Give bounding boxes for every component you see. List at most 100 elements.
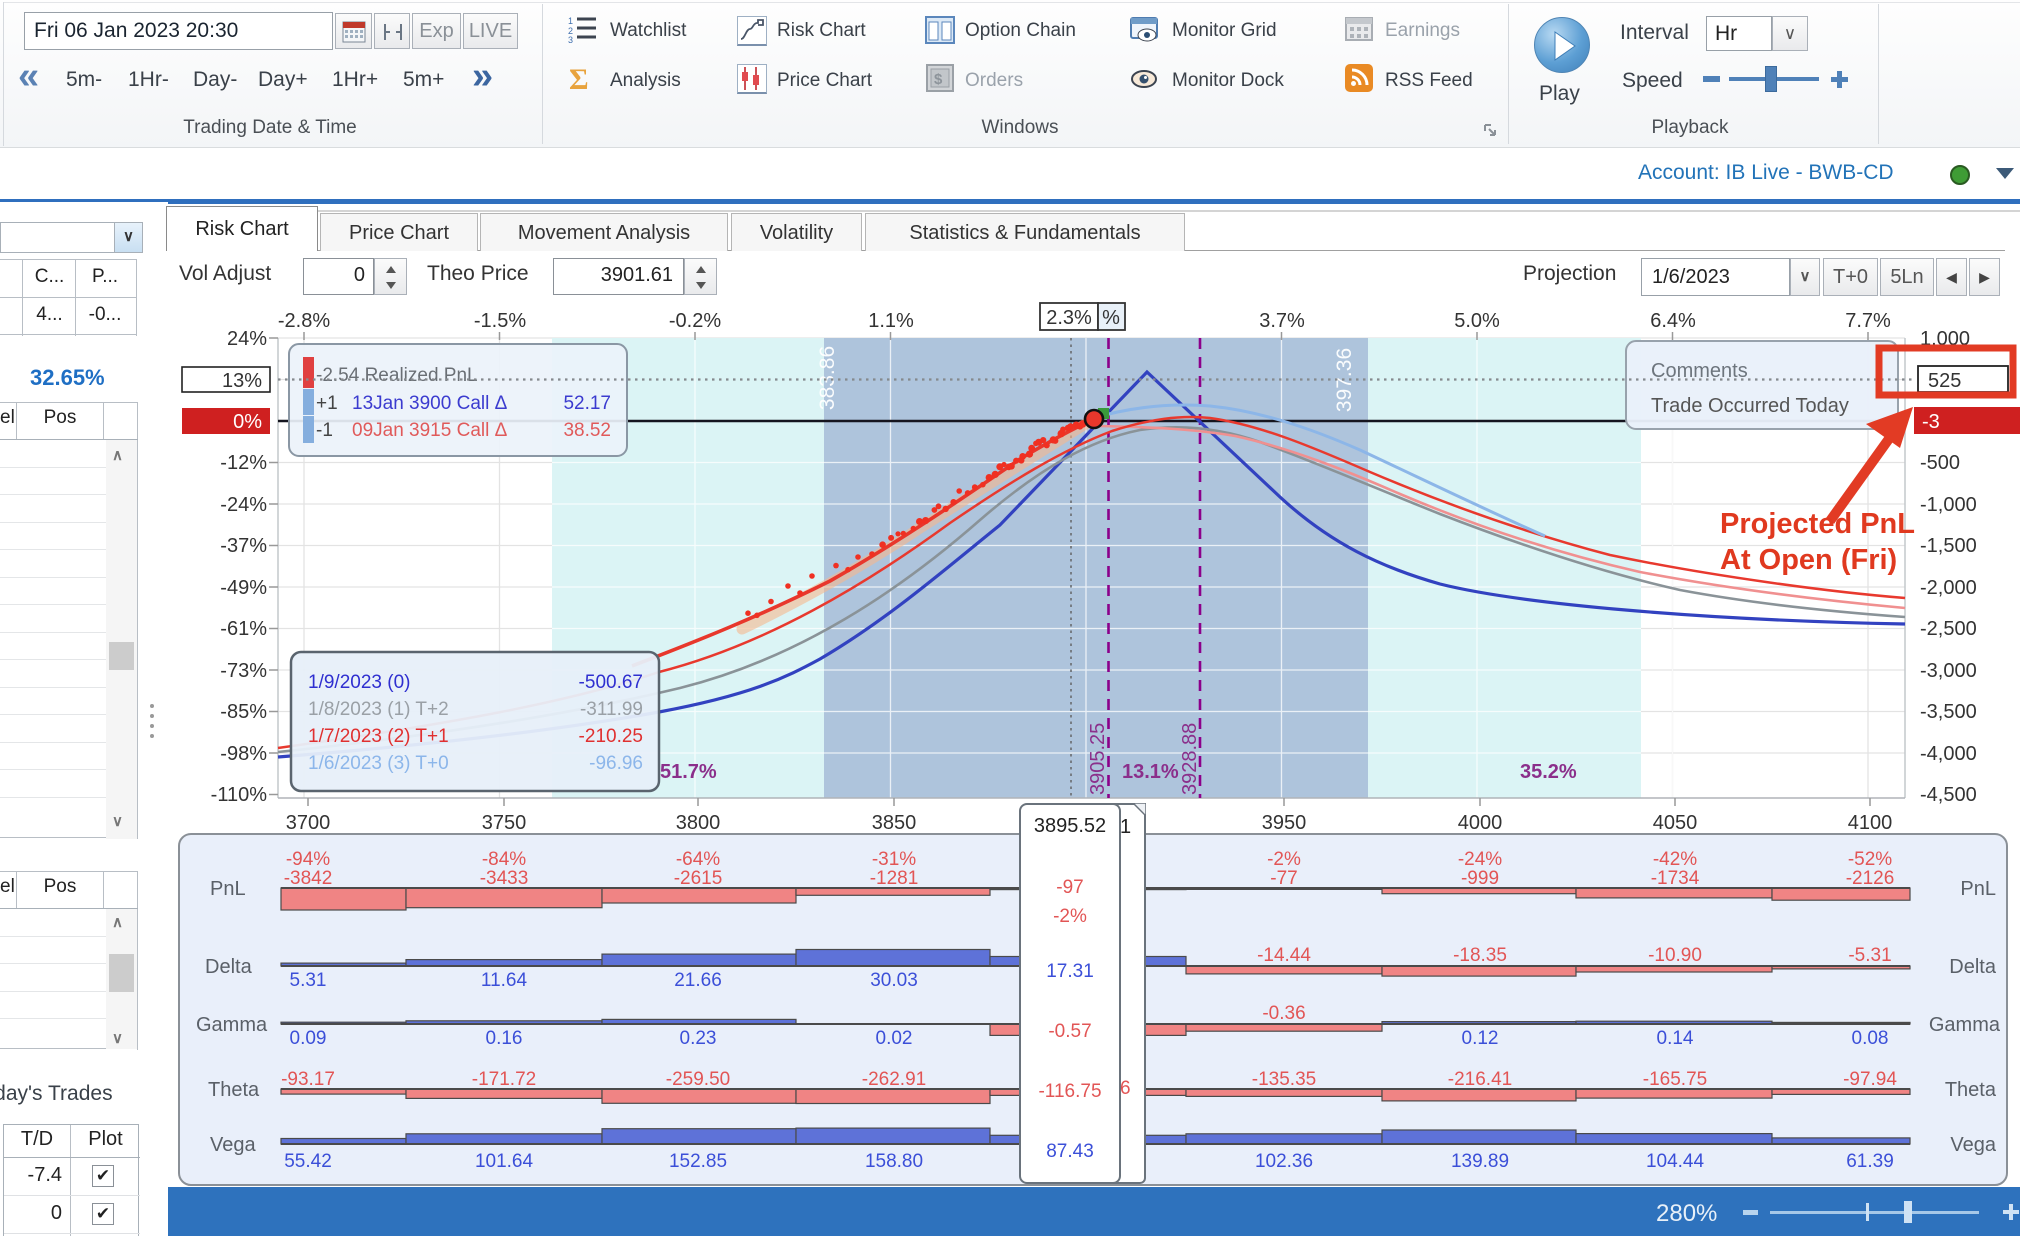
svg-text:-2.8%: -2.8% bbox=[278, 310, 330, 332]
svg-text:1: 1 bbox=[568, 16, 573, 26]
svg-text:Delta: Delta bbox=[205, 956, 253, 978]
svg-text:3.7%: 3.7% bbox=[1259, 310, 1305, 332]
svg-text:-1: -1 bbox=[316, 420, 333, 441]
svg-text:0.23: 0.23 bbox=[680, 1028, 717, 1049]
svg-text:Theta: Theta bbox=[1945, 1079, 1997, 1101]
svg-text:3750: 3750 bbox=[482, 812, 527, 832]
svg-text:1/6/2023 (3) T+0: 1/6/2023 (3) T+0 bbox=[308, 753, 449, 774]
svg-text:-171.72: -171.72 bbox=[472, 1069, 536, 1090]
svg-text:55.42: 55.42 bbox=[284, 1151, 332, 1172]
svg-text:-2,500: -2,500 bbox=[1920, 618, 1977, 640]
svg-text:Vega: Vega bbox=[1950, 1134, 1996, 1156]
svg-text:-31%: -31% bbox=[872, 849, 916, 870]
svg-text:$: $ bbox=[934, 71, 943, 88]
svg-text:-84%: -84% bbox=[482, 849, 526, 870]
svg-text:-1734: -1734 bbox=[1651, 868, 1700, 889]
svg-text:3905.25: 3905.25 bbox=[1087, 723, 1109, 795]
svg-text:-500.67: -500.67 bbox=[579, 672, 643, 693]
svg-text:-135.35: -135.35 bbox=[1252, 1069, 1316, 1090]
svg-text:3850: 3850 bbox=[872, 812, 917, 832]
svg-text:30.03: 30.03 bbox=[870, 970, 918, 991]
svg-text:-37%: -37% bbox=[220, 535, 267, 557]
svg-text:0.12: 0.12 bbox=[1462, 1028, 1499, 1049]
svg-text:-64%: -64% bbox=[676, 849, 720, 870]
svg-text:-96.96: -96.96 bbox=[589, 753, 643, 774]
svg-text:1.1%: 1.1% bbox=[868, 310, 914, 332]
svg-text:13%: 13% bbox=[222, 370, 262, 392]
svg-text:%: % bbox=[1102, 307, 1120, 329]
svg-text:38.52: 38.52 bbox=[563, 420, 611, 441]
svg-text:-61%: -61% bbox=[220, 618, 267, 640]
svg-text:525: 525 bbox=[1928, 370, 1961, 392]
svg-text:11.64: 11.64 bbox=[481, 970, 528, 991]
svg-text:61.39: 61.39 bbox=[1846, 1151, 1894, 1172]
svg-text:3700: 3700 bbox=[286, 812, 331, 832]
svg-text:0.09: 0.09 bbox=[290, 1028, 327, 1049]
svg-text:Gamma: Gamma bbox=[196, 1014, 268, 1036]
svg-text:-24%: -24% bbox=[1458, 849, 1502, 870]
svg-text:102.36: 102.36 bbox=[1255, 1151, 1313, 1172]
svg-text:-259.50: -259.50 bbox=[666, 1069, 730, 1090]
svg-text:-10.90: -10.90 bbox=[1648, 945, 1702, 966]
svg-text:-24%: -24% bbox=[220, 494, 267, 516]
svg-text:-262.91: -262.91 bbox=[862, 1069, 926, 1090]
svg-text:139.89: 139.89 bbox=[1451, 1151, 1509, 1172]
svg-text:4050: 4050 bbox=[1653, 812, 1698, 832]
svg-text:-94%: -94% bbox=[286, 849, 330, 870]
svg-text:+1: +1 bbox=[316, 393, 338, 414]
svg-text:-93.17: -93.17 bbox=[281, 1069, 335, 1090]
svg-text:-3433: -3433 bbox=[480, 868, 529, 889]
svg-text:-1.5%: -1.5% bbox=[474, 310, 526, 332]
svg-text:-999: -999 bbox=[1461, 868, 1499, 889]
svg-text:-3: -3 bbox=[1922, 411, 1940, 433]
svg-text:3800: 3800 bbox=[676, 812, 721, 832]
svg-text:Gamma: Gamma bbox=[1929, 1014, 2001, 1036]
svg-text:21.66: 21.66 bbox=[674, 970, 722, 991]
svg-text:-77: -77 bbox=[1270, 868, 1297, 889]
svg-text:3928.88: 3928.88 bbox=[1179, 723, 1201, 795]
svg-text:6.4%: 6.4% bbox=[1650, 310, 1696, 332]
svg-text:-4,000: -4,000 bbox=[1920, 743, 1977, 765]
svg-text:1/9/2023 (0): 1/9/2023 (0) bbox=[308, 672, 410, 693]
svg-text:2.3%: 2.3% bbox=[1046, 307, 1092, 329]
svg-text:-5.31: -5.31 bbox=[1848, 945, 1891, 966]
svg-text:PnL: PnL bbox=[1960, 878, 1996, 900]
svg-text:-2%: -2% bbox=[1267, 849, 1301, 870]
svg-text:35.2%: 35.2% bbox=[1520, 761, 1577, 783]
svg-text:-210.25: -210.25 bbox=[579, 726, 643, 747]
svg-text:0.02: 0.02 bbox=[876, 1028, 913, 1049]
svg-text:4000: 4000 bbox=[1458, 812, 1503, 832]
svg-text:-73%: -73% bbox=[220, 660, 267, 682]
svg-text:-1281: -1281 bbox=[870, 868, 919, 889]
svg-text:-49%: -49% bbox=[220, 577, 267, 599]
svg-text:-2126: -2126 bbox=[1846, 868, 1895, 889]
svg-text:1/7/2023 (2) T+1: 1/7/2023 (2) T+1 bbox=[308, 726, 449, 747]
svg-text:-1,500: -1,500 bbox=[1920, 535, 1977, 557]
svg-text:4100: 4100 bbox=[1848, 812, 1893, 832]
svg-text:383.86: 383.86 bbox=[816, 346, 839, 410]
svg-text:5.0%: 5.0% bbox=[1454, 310, 1500, 332]
svg-text:At Open (Fri): At Open (Fri) bbox=[1720, 544, 1897, 576]
svg-text:0.08: 0.08 bbox=[1852, 1028, 1889, 1049]
svg-text:-2.54 Realized PnL: -2.54 Realized PnL bbox=[316, 365, 478, 386]
svg-text:0%: 0% bbox=[233, 411, 262, 433]
svg-text:-110%: -110% bbox=[211, 784, 268, 806]
svg-text:-2615: -2615 bbox=[674, 868, 723, 889]
svg-text:Delta: Delta bbox=[1949, 956, 1997, 978]
svg-text:-0.2%: -0.2% bbox=[669, 310, 721, 332]
svg-text:3: 3 bbox=[568, 35, 573, 43]
svg-text:-12%: -12% bbox=[220, 452, 267, 474]
svg-text:3950: 3950 bbox=[1262, 812, 1307, 832]
svg-text:24%: 24% bbox=[227, 328, 267, 350]
svg-text:Theta: Theta bbox=[208, 1079, 260, 1101]
svg-text:104.44: 104.44 bbox=[1646, 1151, 1705, 1172]
svg-text:5.31: 5.31 bbox=[290, 970, 327, 991]
svg-text:0.16: 0.16 bbox=[486, 1028, 523, 1049]
svg-text:-3,500: -3,500 bbox=[1920, 701, 1977, 723]
svg-text:158.80: 158.80 bbox=[865, 1151, 923, 1172]
svg-text:13Jan 3900 Call Δ: 13Jan 3900 Call Δ bbox=[352, 393, 508, 414]
svg-text:-3842: -3842 bbox=[284, 868, 333, 889]
svg-text:-18.35: -18.35 bbox=[1453, 945, 1507, 966]
svg-text:152.85: 152.85 bbox=[669, 1151, 727, 1172]
svg-text:-311.99: -311.99 bbox=[580, 699, 643, 720]
